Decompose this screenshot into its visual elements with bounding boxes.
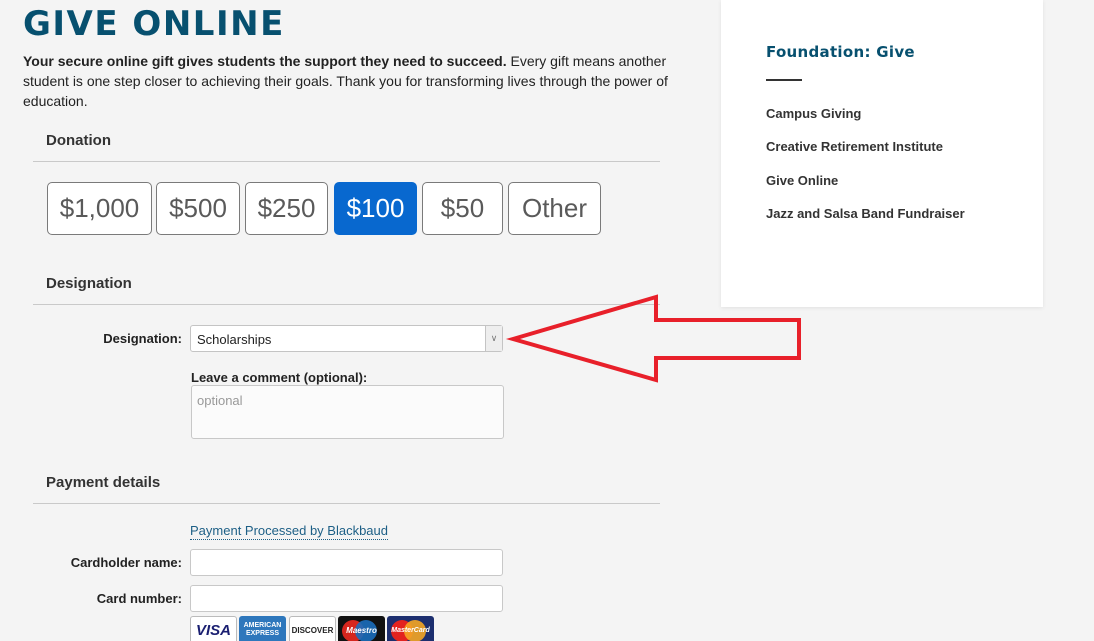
card-number-input[interactable] — [190, 585, 503, 612]
designation-section-header: Designation — [33, 269, 660, 305]
amount-button-50[interactable]: $50 — [422, 182, 503, 235]
visa-text: VISA — [195, 621, 231, 639]
visa-card-icon: VISA — [190, 616, 237, 641]
payment-section-header: Payment details — [33, 468, 660, 504]
sidebar-title: Foundation: Give — [766, 43, 915, 61]
sidebar-divider — [766, 79, 802, 81]
designation-section-title: Designation — [46, 275, 132, 292]
comment-label: Leave a comment (optional): — [191, 370, 368, 385]
cardholder-name-label: Cardholder name: — [70, 555, 182, 570]
arrow-left-icon — [505, 294, 801, 383]
designation-selected-value: Scholarships — [197, 332, 272, 347]
chevron-down-icon[interactable]: ∨ — [485, 326, 502, 351]
intro-bold: Your secure online gift gives students t… — [23, 53, 507, 69]
sidebar-item-jazz-salsa-fundraiser[interactable]: Jazz and Salsa Band Fundraiser — [766, 206, 965, 221]
designation-select[interactable]: Scholarships ∨ — [190, 325, 503, 352]
donation-section-header: Donation — [33, 126, 660, 162]
donation-section-title: Donation — [46, 132, 111, 149]
amount-button-other[interactable]: Other — [508, 182, 601, 235]
blackbaud-processor-link[interactable]: Payment Processed by Blackbaud — [190, 523, 388, 540]
amount-button-250[interactable]: $250 — [245, 182, 328, 235]
amount-button-500[interactable]: $500 — [156, 182, 240, 235]
amex-card-icon: AMERICAN EXPRESS — [239, 616, 286, 641]
maestro-text: Maestro — [346, 625, 377, 635]
page-title: GIVE ONLINE — [23, 4, 285, 44]
cardholder-name-input[interactable] — [190, 549, 503, 576]
amount-button-1000[interactable]: $1,000 — [47, 182, 152, 235]
designation-label: Designation: — [103, 331, 182, 346]
card-number-label: Card number: — [96, 591, 182, 606]
discover-text: DISCOVER — [291, 625, 334, 635]
comment-textarea[interactable]: optional — [191, 385, 504, 439]
payment-section-title: Payment details — [46, 474, 161, 491]
amount-button-100[interactable]: $100 — [334, 182, 417, 235]
sidebar-item-creative-retirement-institute[interactable]: Creative Retirement Institute — [766, 139, 943, 154]
mastercard-card-icon: MasterCard — [387, 616, 434, 641]
amex-text: AMERICAN EXPRESS — [243, 622, 282, 637]
sidebar: Foundation: Give Campus Giving Creative … — [721, 0, 1043, 307]
intro-text: Your secure online gift gives students t… — [23, 51, 703, 111]
mastercard-text: MasterCard — [391, 626, 430, 634]
maestro-card-icon: Maestro — [338, 616, 385, 641]
discover-card-icon: DISCOVER — [289, 616, 336, 641]
sidebar-item-give-online[interactable]: Give Online — [766, 173, 838, 188]
sidebar-item-campus-giving[interactable]: Campus Giving — [766, 106, 861, 121]
